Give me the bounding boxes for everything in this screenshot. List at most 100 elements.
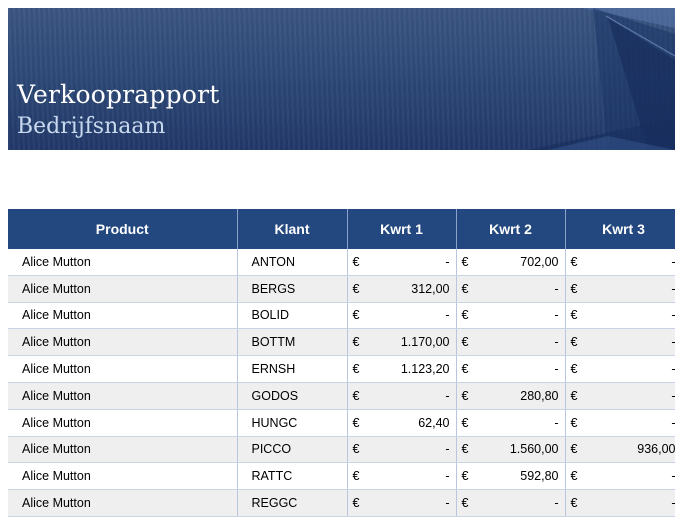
table-row: Alice MuttonBOLID€-€-€-: [8, 302, 675, 330]
product-cell[interactable]: Alice Mutton: [8, 409, 238, 437]
table-row: Alice MuttonERNSH€1.123,20€-€-: [8, 355, 675, 383]
kwrt1-cell[interactable]: €312,00: [347, 275, 457, 303]
amount-value: 936,00: [637, 442, 675, 457]
amount-value: -: [671, 362, 675, 376]
currency-symbol: €: [352, 469, 360, 484]
kwrt1-cell[interactable]: € -: [347, 436, 457, 464]
table-row: Alice MuttonANTON€-€702,00€-: [8, 249, 675, 276]
column-header-kwrt2[interactable]: Kwrt 2: [456, 209, 566, 249]
table-row: Alice MuttonBOTTM€1.170,00€-€-: [8, 328, 675, 357]
kwrt3-cell[interactable]: €-: [565, 355, 675, 383]
amount-value: -: [554, 281, 559, 296]
currency-value: €1.123,20: [348, 362, 456, 376]
kwrt1-cell[interactable]: € -: [347, 382, 457, 410]
currency-symbol: €: [461, 254, 469, 269]
amount-value: -: [671, 469, 675, 483]
product-cell[interactable]: Alice Mutton: [8, 436, 238, 464]
kwrt1-cell[interactable]: € -: [347, 462, 457, 491]
kwrt1-cell[interactable]: € -: [347, 302, 457, 330]
amount-value: -: [554, 335, 559, 350]
kwrt2-cell[interactable]: € -: [456, 409, 566, 437]
kwrt1-cell[interactable]: €1.170,00: [347, 328, 457, 357]
currency-value: €592,80: [457, 469, 565, 483]
kwrt2-cell[interactable]: € -: [456, 489, 566, 517]
amount-value: 280,80: [520, 388, 559, 403]
klant-cell[interactable]: REGGC: [237, 489, 348, 517]
amount-value: -: [445, 469, 450, 484]
currency-symbol: €: [570, 388, 578, 403]
amount-value: 702,00: [520, 254, 559, 269]
currency-symbol: €: [461, 415, 469, 430]
product-cell[interactable]: Alice Mutton: [8, 382, 238, 410]
currency-symbol: €: [461, 362, 469, 377]
currency-symbol: €: [461, 388, 469, 403]
amount-value: -: [671, 416, 675, 430]
amount-value: -: [671, 335, 675, 349]
header-banner: Verkooprapport Bedrijfsnaam: [8, 8, 675, 150]
klant-cell[interactable]: BOLID: [237, 302, 348, 330]
currency-symbol: €: [352, 442, 360, 457]
kwrt3-cell[interactable]: €-: [565, 409, 675, 437]
klant-cell[interactable]: HUNGC: [237, 409, 348, 437]
table-row: Alice MuttonREGGC€-€-€-: [8, 489, 675, 517]
amount-value: -: [554, 308, 559, 323]
product-cell[interactable]: Alice Mutton: [8, 249, 238, 276]
amount-value: 1.123,20: [400, 362, 450, 377]
table-header-row: Product Klant Kwrt 1 Kwrt 2 Kwrt 3: [8, 209, 675, 249]
currency-symbol: €: [570, 281, 578, 296]
product-cell[interactable]: Alice Mutton: [8, 328, 238, 357]
amount-value: -: [671, 308, 675, 322]
kwrt2-cell[interactable]: € -: [456, 275, 566, 303]
kwrt3-cell[interactable]: €-: [565, 249, 675, 276]
kwrt2-cell[interactable]: €592,80: [456, 462, 566, 491]
kwrt3-cell[interactable]: €-: [565, 275, 675, 303]
currency-value: €-: [348, 389, 456, 403]
column-header-kwrt3[interactable]: Kwrt 3: [565, 209, 675, 249]
currency-value: €-: [348, 469, 456, 483]
kwrt1-cell[interactable]: €1.123,20: [347, 355, 457, 383]
product-cell[interactable]: Alice Mutton: [8, 355, 238, 383]
kwrt1-cell[interactable]: €62,40: [347, 409, 457, 437]
currency-symbol: €: [461, 469, 469, 484]
column-header-product[interactable]: Product: [8, 209, 238, 249]
klant-cell[interactable]: ANTON: [237, 249, 348, 276]
kwrt2-cell[interactable]: € -: [456, 328, 566, 357]
amount-value: -: [671, 255, 675, 269]
currency-value: €936,00: [566, 442, 675, 456]
klant-cell[interactable]: BERGS: [237, 275, 348, 303]
kwrt2-cell[interactable]: €1.560,00: [456, 436, 566, 464]
currency-value: €-: [348, 442, 456, 456]
kwrt3-cell[interactable]: €-: [565, 489, 675, 517]
product-cell[interactable]: Alice Mutton: [8, 275, 238, 303]
product-cell[interactable]: Alice Mutton: [8, 302, 238, 330]
klant-cell[interactable]: PICCO: [237, 436, 348, 464]
kwrt1-cell[interactable]: € -: [347, 249, 457, 276]
product-cell[interactable]: Alice Mutton: [8, 462, 238, 491]
currency-symbol: €: [570, 469, 578, 484]
kwrt3-cell[interactable]: €-: [565, 302, 675, 330]
kwrt2-cell[interactable]: €702,00: [456, 249, 566, 276]
kwrt3-cell[interactable]: €-: [565, 462, 675, 491]
amount-value: -: [554, 415, 559, 430]
klant-cell[interactable]: RATTC: [237, 462, 348, 491]
kwrt3-cell[interactable]: €-: [565, 328, 675, 357]
currency-value: €-: [566, 362, 675, 376]
currency-symbol: €: [352, 415, 360, 430]
column-header-klant[interactable]: Klant: [237, 209, 348, 249]
kwrt1-cell[interactable]: € -: [347, 489, 457, 517]
klant-cell[interactable]: ERNSH: [237, 355, 348, 383]
kwrt2-cell[interactable]: €280,80: [456, 382, 566, 410]
amount-value: -: [445, 308, 450, 323]
product-cell[interactable]: Alice Mutton: [8, 489, 238, 517]
currency-value: €702,00: [457, 255, 565, 269]
currency-symbol: €: [352, 388, 360, 403]
kwrt3-cell[interactable]: €936,00: [565, 436, 675, 464]
kwrt3-cell[interactable]: €-: [565, 382, 675, 410]
klant-cell[interactable]: GODOS: [237, 382, 348, 410]
klant-cell[interactable]: BOTTM: [237, 328, 348, 357]
amount-value: 312,00: [411, 281, 450, 296]
kwrt2-cell[interactable]: € -: [456, 302, 566, 330]
column-header-kwrt1[interactable]: Kwrt 1: [347, 209, 457, 249]
kwrt2-cell[interactable]: € -: [456, 355, 566, 383]
currency-value: €-: [457, 335, 565, 349]
